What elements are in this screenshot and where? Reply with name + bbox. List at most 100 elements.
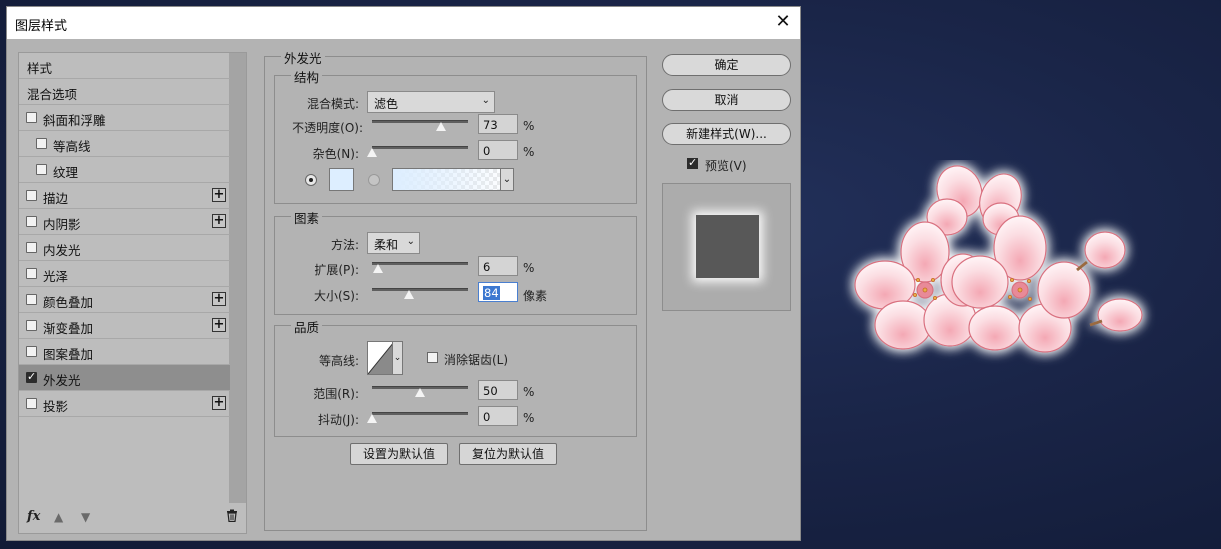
styles-list-footer: fx ▲ ▼ <box>19 503 246 533</box>
antialias-label: 消除锯齿(L) <box>444 353 509 367</box>
style-item[interactable]: 投影 + <box>19 391 230 417</box>
color-radio[interactable] <box>305 174 317 186</box>
style-item-checkbox[interactable] <box>26 346 37 357</box>
chevron-down-icon[interactable]: ⌄ <box>500 168 514 191</box>
style-item-label: 投影 <box>43 399 69 414</box>
styles-list-scrollbar[interactable] <box>229 53 246 503</box>
glow-color-swatch[interactable] <box>329 168 354 191</box>
spread-input[interactable]: 6 <box>478 256 518 276</box>
opacity-input[interactable]: 73 <box>478 114 518 134</box>
style-preview <box>662 183 791 311</box>
style-item[interactable]: 纹理 <box>19 157 230 183</box>
noise-input[interactable]: 0 <box>478 140 518 160</box>
preview-checkbox[interactable] <box>687 156 698 169</box>
fx-icon[interactable]: fx <box>27 509 40 524</box>
range-input[interactable]: 50 <box>478 380 518 400</box>
style-item-checkbox[interactable] <box>26 112 37 123</box>
quality-title: 品质 <box>291 317 323 336</box>
gradient-radio[interactable] <box>368 174 380 186</box>
structure-title: 结构 <box>291 67 323 86</box>
size-slider-thumb[interactable] <box>404 290 414 299</box>
range-label: 范围(R): <box>313 387 359 401</box>
noise-slider-thumb[interactable] <box>367 148 377 157</box>
jitter-slider-thumb[interactable] <box>367 414 377 423</box>
set-default-button[interactable]: 设置为默认值 <box>350 443 448 465</box>
style-item-label: 等高线 <box>53 139 91 154</box>
style-item-checkbox[interactable] <box>36 138 47 149</box>
size-label: 大小(S): <box>313 289 359 303</box>
range-slider-thumb[interactable] <box>415 388 425 397</box>
add-effect-icon[interactable]: + <box>212 396 226 410</box>
style-item-checkbox[interactable] <box>26 370 37 383</box>
opacity-slider[interactable] <box>372 120 468 123</box>
opacity-unit: % <box>523 119 535 133</box>
styles-header[interactable]: 样式 <box>19 53 230 79</box>
range-unit: % <box>523 385 535 399</box>
style-item-label: 内阴影 <box>43 217 81 232</box>
style-item[interactable]: 渐变叠加 + <box>19 313 230 339</box>
ok-button[interactable]: 确定 <box>662 54 791 76</box>
noise-label: 杂色(N): <box>312 147 359 161</box>
jitter-input[interactable]: 0 <box>478 406 518 426</box>
style-item[interactable]: 外发光 <box>19 365 230 391</box>
contour-picker[interactable]: ⌄ <box>367 341 403 375</box>
style-item-label: 内发光 <box>43 243 81 258</box>
blossom-bud <box>1076 231 1126 272</box>
style-item-checkbox[interactable] <box>26 320 37 331</box>
antialias-checkbox[interactable] <box>427 352 438 363</box>
style-item-checkbox[interactable] <box>26 242 37 253</box>
blend-mode-select[interactable]: 滤色 ⌄ <box>367 91 495 113</box>
close-icon[interactable]: ✕ <box>774 13 792 31</box>
new-style-button[interactable]: 新建样式(W)... <box>662 123 791 145</box>
glow-gradient-picker[interactable]: ⌄ <box>392 168 514 191</box>
layer-style-dialog: 图层样式 ✕ 样式 混合选项 斜面和浮雕等高线纹理 描边 + 内阴影 + 内发光光泽 颜色叠… <box>6 6 801 541</box>
style-item-checkbox[interactable] <box>26 294 37 305</box>
jitter-slider[interactable] <box>372 412 468 415</box>
chevron-down-icon[interactable]: ⌄ <box>392 342 402 374</box>
linear-contour-icon <box>368 342 394 374</box>
size-slider[interactable] <box>372 288 468 291</box>
style-item[interactable]: 图案叠加 <box>19 339 230 365</box>
style-item-checkbox[interactable] <box>26 268 37 279</box>
jitter-unit: % <box>523 411 535 425</box>
noise-slider[interactable] <box>372 146 468 149</box>
style-item[interactable]: 内发光 <box>19 235 230 261</box>
style-item[interactable]: 光泽 <box>19 261 230 287</box>
move-down-icon[interactable]: ▼ <box>81 510 90 524</box>
blend-options-item[interactable]: 混合选项 <box>19 79 230 105</box>
technique-select[interactable]: 柔和 ⌄ <box>367 232 420 254</box>
blossom-bud <box>1089 298 1143 332</box>
style-item-label: 斜面和浮雕 <box>43 113 106 128</box>
style-item-checkbox[interactable] <box>26 216 37 227</box>
trash-icon[interactable] <box>226 509 238 526</box>
style-item[interactable]: 斜面和浮雕 <box>19 105 230 131</box>
blend-mode-value: 滤色 <box>374 97 399 111</box>
size-input[interactable]: 84 <box>478 282 518 302</box>
style-item[interactable]: 描边 + <box>19 183 230 209</box>
reset-default-button[interactable]: 复位为默认值 <box>459 443 557 465</box>
style-item-checkbox[interactable] <box>36 164 47 175</box>
style-item-label: 图案叠加 <box>43 347 94 362</box>
style-item-checkbox[interactable] <box>26 190 37 201</box>
style-item-label: 渐变叠加 <box>43 321 94 336</box>
spread-slider[interactable] <box>372 262 468 265</box>
spread-slider-thumb[interactable] <box>373 264 383 273</box>
styles-list: 样式 混合选项 斜面和浮雕等高线纹理 描边 + 内阴影 + 内发光光泽 颜色叠加 + 渐变叠加 +… <box>18 52 247 534</box>
move-up-icon[interactable]: ▲ <box>54 510 63 524</box>
blossom-flower <box>951 215 1091 353</box>
style-item[interactable]: 等高线 <box>19 131 230 157</box>
add-effect-icon[interactable]: + <box>212 188 226 202</box>
jitter-label: 抖动(J): <box>318 413 359 427</box>
contour-label: 等高线: <box>318 354 359 368</box>
style-item-checkbox[interactable] <box>26 398 37 409</box>
style-item[interactable]: 内阴影 + <box>19 209 230 235</box>
title-bar: 图层样式 ✕ <box>7 7 800 39</box>
technique-label: 方法: <box>330 238 359 252</box>
add-effect-icon[interactable]: + <box>212 318 226 332</box>
cancel-button[interactable]: 取消 <box>662 89 791 111</box>
add-effect-icon[interactable]: + <box>212 292 226 306</box>
size-input-value: 84 <box>483 286 500 300</box>
style-item[interactable]: 颜色叠加 + <box>19 287 230 313</box>
add-effect-icon[interactable]: + <box>212 214 226 228</box>
opacity-slider-thumb[interactable] <box>436 122 446 131</box>
